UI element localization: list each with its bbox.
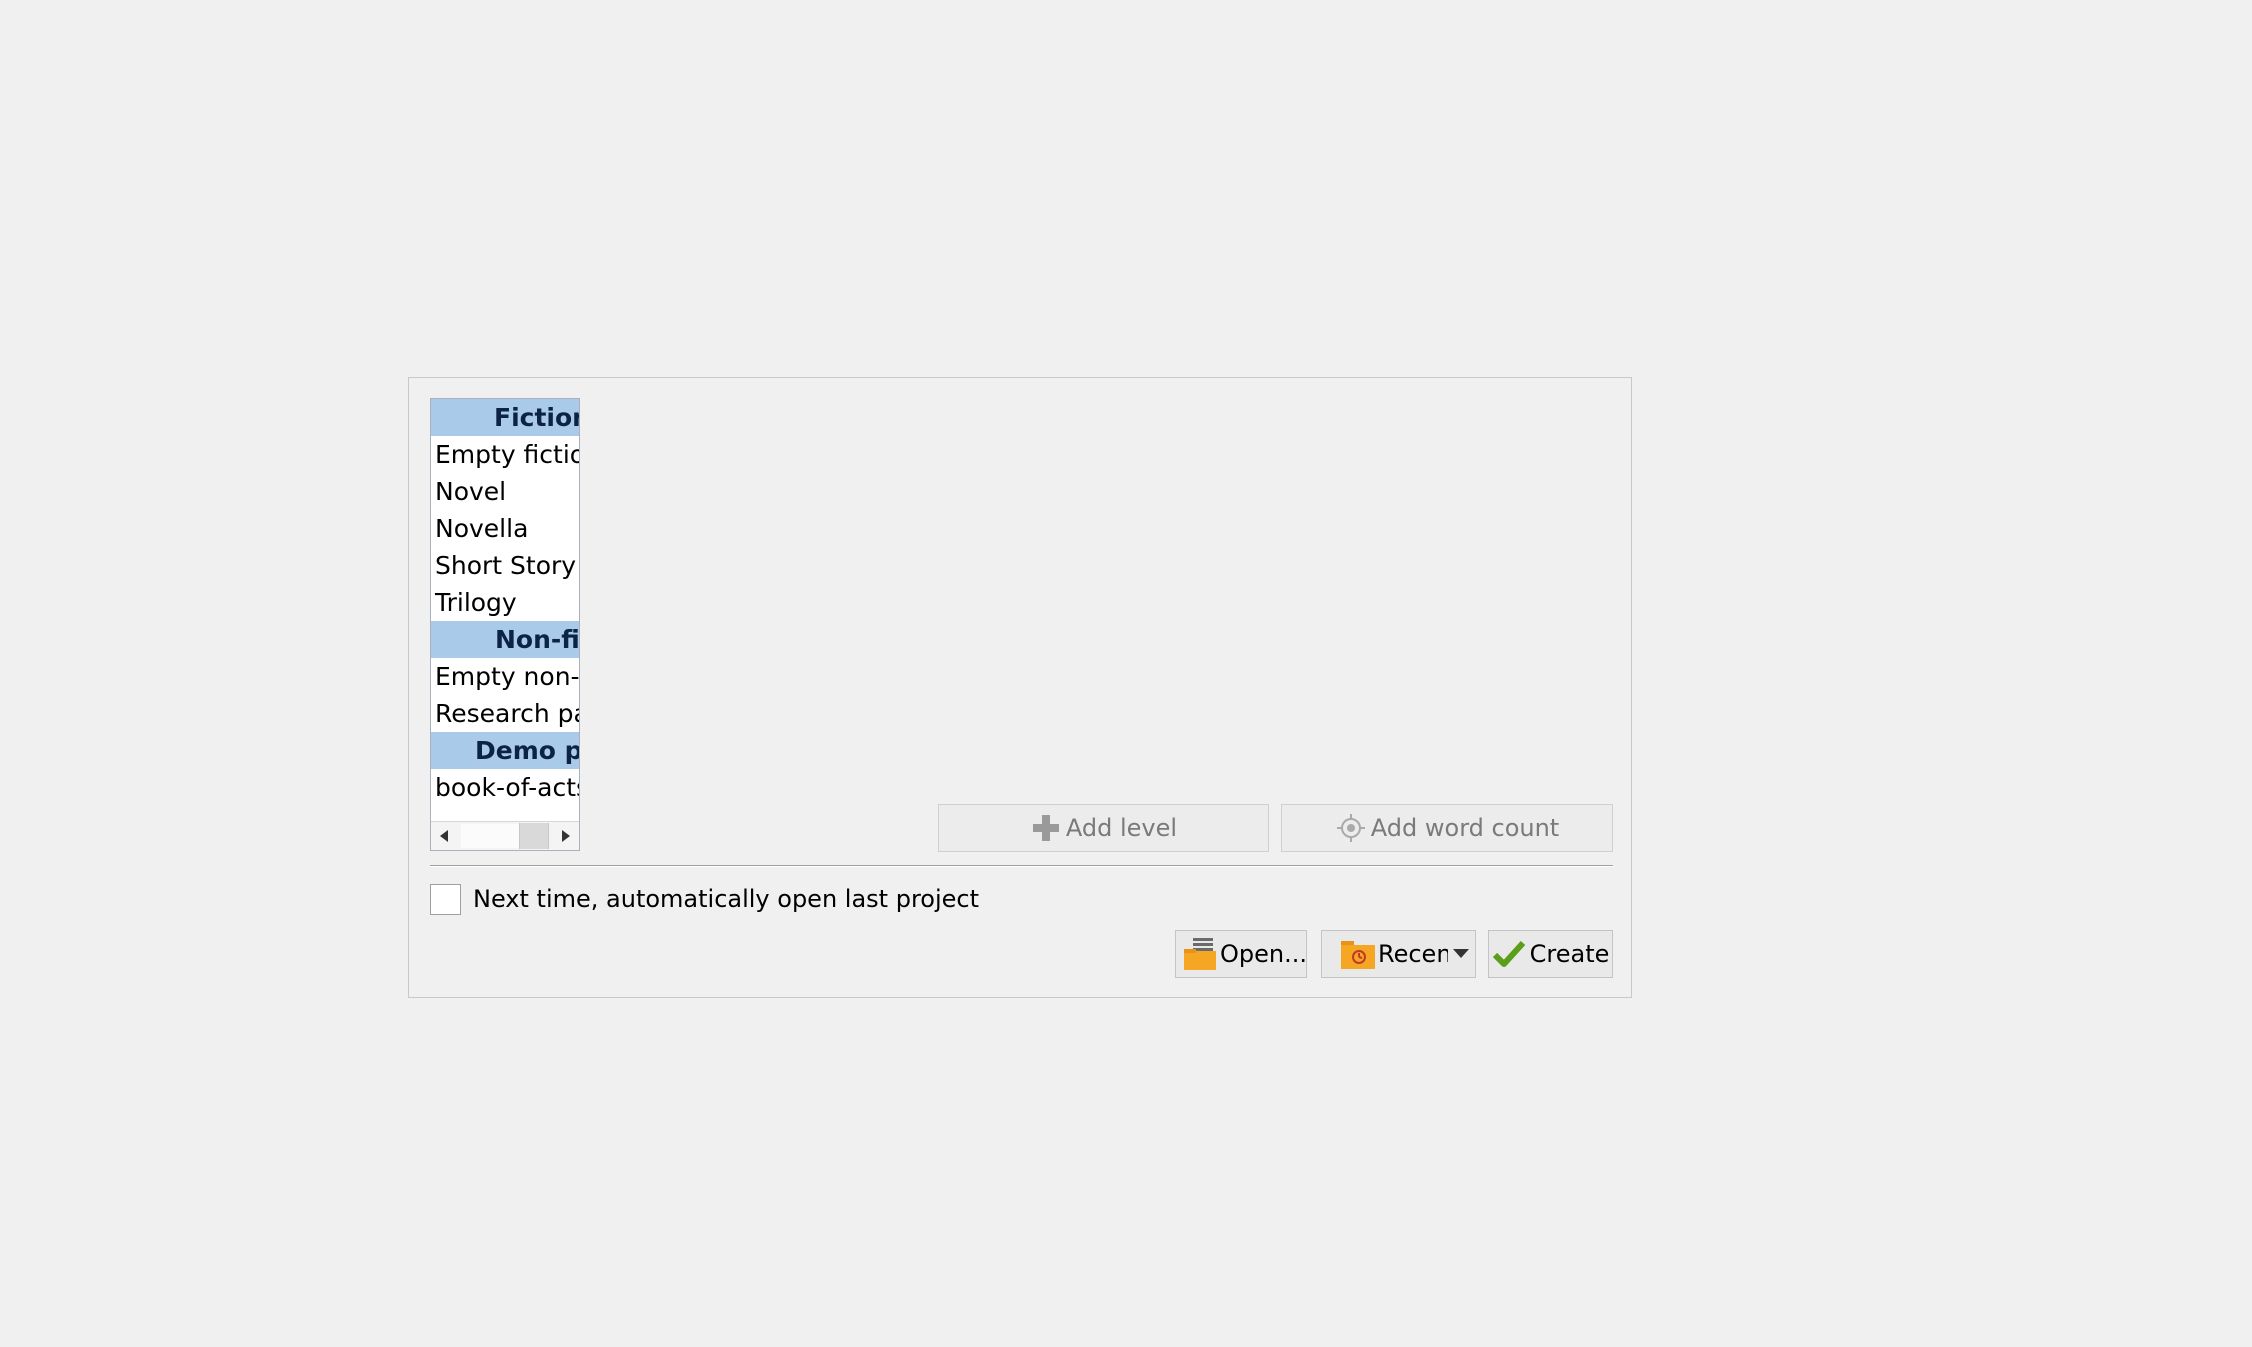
auto-open-checkbox[interactable] <box>430 884 461 915</box>
add-word-count-label: Add word count <box>1370 814 1560 842</box>
template-item[interactable]: Empty non-fiction <box>431 658 579 695</box>
create-label: Create <box>1529 940 1610 968</box>
template-item[interactable]: Novel <box>431 473 579 510</box>
template-item[interactable]: Trilogy <box>431 584 579 621</box>
add-level-label: Add level <box>1065 814 1178 842</box>
horizontal-scrollbar[interactable] <box>431 821 579 850</box>
group-header-fiction: Fiction <box>431 399 579 436</box>
welcome-panel: Fiction Empty fiction Novel Novella Shor… <box>408 377 1632 998</box>
template-item[interactable]: Short Story <box>431 547 579 584</box>
scrollbar-thumb[interactable] <box>519 823 549 849</box>
target-icon <box>1335 812 1367 844</box>
checkmark-icon <box>1492 939 1526 969</box>
open-label: Open... <box>1220 940 1307 968</box>
chevron-down-icon <box>1452 948 1470 960</box>
recent-folder-icon <box>1340 937 1376 971</box>
recent-button[interactable]: Recent <box>1321 930 1476 978</box>
template-item[interactable]: book-of-acts <box>431 769 579 806</box>
template-item[interactable]: Empty fiction <box>431 436 579 473</box>
open-folder-icon <box>1182 936 1218 972</box>
template-rows: Fiction Empty fiction Novel Novella Shor… <box>431 399 579 822</box>
recent-label: Recent <box>1378 940 1448 968</box>
group-header-demo-projects: Demo projects <box>431 732 579 769</box>
open-button[interactable]: Open... <box>1175 930 1307 978</box>
scroll-right-icon[interactable] <box>551 822 579 850</box>
plus-icon <box>1030 812 1062 844</box>
divider <box>430 865 1613 867</box>
scroll-left-icon[interactable] <box>431 822 459 850</box>
add-word-count-button[interactable]: Add word count <box>1281 804 1613 852</box>
auto-open-label[interactable]: Next time, automatically open last proje… <box>473 882 979 916</box>
add-level-button[interactable]: Add level <box>938 804 1269 852</box>
create-button[interactable]: Create <box>1488 930 1613 978</box>
group-header-non-fiction: Non-fiction <box>431 621 579 658</box>
template-item[interactable]: Novella <box>431 510 579 547</box>
template-list[interactable]: Fiction Empty fiction Novel Novella Shor… <box>430 398 580 851</box>
template-item[interactable]: Research paper <box>431 695 579 732</box>
